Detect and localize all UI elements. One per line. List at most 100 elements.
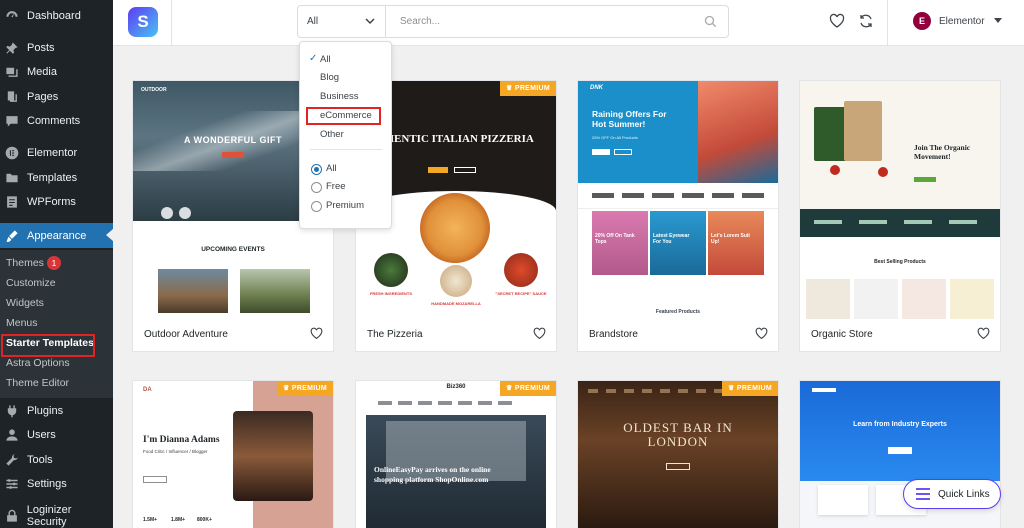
search-icon[interactable] (704, 15, 717, 28)
sidebar-item-posts[interactable]: Posts (0, 36, 113, 60)
sidebar-item-pages[interactable]: Pages (0, 85, 113, 109)
sidebar-item-label: Plugins (27, 405, 64, 417)
submenu-item-theme-editor[interactable]: Theme Editor (6, 374, 69, 392)
brush-icon (4, 228, 20, 244)
sidebar-item-plugins[interactable]: Plugins (0, 399, 113, 423)
comment-icon (4, 113, 20, 129)
template-thumbnail[interactable]: DNK Raining Offers For Hot Summer! 25% O… (578, 81, 778, 319)
elementor-logo-icon: E (913, 12, 931, 30)
type-option-all[interactable]: All (326, 162, 337, 176)
sidebar-item-label: Media (27, 66, 57, 78)
dropdown-divider (310, 149, 382, 150)
template-card[interactable]: Biz360 OnlineEasyPay arrives on the onli… (355, 380, 557, 528)
template-thumbnail[interactable]: Join The Organic Movement! Best Selling … (800, 81, 1000, 319)
sidebar-item-label: Users (27, 429, 56, 441)
heart-icon[interactable] (533, 327, 546, 340)
premium-badge: ♛ PREMIUM (722, 381, 778, 396)
category-option-all[interactable]: All (320, 52, 331, 68)
user-icon (4, 427, 20, 443)
heart-icon[interactable] (310, 327, 323, 340)
sidebar-item-elementor[interactable]: Elementor (0, 141, 113, 165)
sidebar-item-comments[interactable]: Comments (0, 109, 113, 133)
type-radio-premium[interactable] (311, 201, 322, 212)
type-option-free[interactable]: Free (326, 180, 346, 194)
premium-badge: ♛ PREMIUM (500, 381, 556, 396)
starter-templates-logo[interactable]: S (128, 7, 158, 37)
type-option-premium[interactable]: Premium (326, 199, 364, 213)
sidebar-item-label: Tools (27, 454, 53, 466)
starter-templates-header: S All E Elementor (113, 0, 1024, 46)
app-root: Dashboard Posts Media Pages Comments Ele… (0, 0, 1024, 528)
appearance-submenu: Themes 1 Customize Widgets Menus Starter … (0, 250, 113, 398)
template-title[interactable]: Outdoor Adventure (144, 329, 228, 340)
sync-icon[interactable] (858, 13, 874, 29)
template-title[interactable]: The Pizzeria (367, 329, 423, 340)
sidebar-item-settings[interactable]: Settings (0, 472, 113, 496)
plug-icon (4, 403, 20, 419)
dashboard-icon (4, 8, 20, 24)
pages-icon (4, 89, 20, 105)
submenu-item-widgets[interactable]: Widgets (6, 294, 44, 312)
sidebar-item-loginizer[interactable]: Loginizer Security (0, 504, 113, 528)
settings-icon (4, 476, 20, 492)
sidebar-item-label: Elementor (27, 147, 78, 159)
sidebar-item-label: Loginizer Security (26, 504, 72, 528)
sidebar-item-label: Comments (27, 115, 81, 127)
admin-sidebar: Dashboard Posts Media Pages Comments Ele… (0, 0, 113, 528)
premium-badge: ♛ PREMIUM (277, 381, 333, 396)
heart-icon[interactable] (977, 327, 990, 340)
sidebar-item-users[interactable]: Users (0, 423, 113, 447)
elementor-icon (4, 145, 20, 161)
chevron-down-icon (365, 18, 375, 25)
sidebar-item-label: WPForms (27, 196, 76, 208)
update-count-badge: 1 (46, 256, 61, 271)
template-card[interactable]: Join The Organic Movement! Best Selling … (799, 80, 1001, 352)
submenu-item-menus[interactable]: Menus (6, 314, 38, 332)
premium-badge: ♛ PREMIUM (500, 81, 556, 96)
submenu-item-customize[interactable]: Customize (6, 274, 56, 292)
template-search-input[interactable] (387, 6, 687, 37)
heart-icon[interactable] (755, 327, 768, 340)
template-card[interactable]: DA I'm Dianna Adams Food Critic / Influe… (132, 380, 334, 528)
media-icon (4, 64, 20, 80)
template-title[interactable]: Organic Store (811, 329, 873, 340)
category-option-other[interactable]: Other (320, 127, 344, 143)
builder-label: Elementor (939, 15, 985, 27)
quick-links-button[interactable]: Quick Links (903, 479, 1001, 509)
wrench-icon (4, 452, 20, 468)
template-card[interactable]: OLDEST BAR IN LONDON ♛ PREMIUM (577, 380, 779, 528)
template-title[interactable]: Brandstore (589, 329, 638, 340)
category-filter-select[interactable]: All (298, 6, 386, 37)
category-option-blog[interactable]: Blog (320, 70, 339, 86)
sidebar-item-label: Posts (27, 42, 55, 54)
type-radio-free[interactable] (311, 182, 322, 193)
page-builder-switcher[interactable]: E Elementor (913, 12, 1002, 30)
category-dropdown: ✓ All Blog Business eCommerce Other All … (299, 41, 392, 229)
sidebar-item-label: Pages (27, 91, 59, 103)
sidebar-item-media[interactable]: Media (0, 60, 113, 84)
filter-selected-label: All (307, 16, 319, 27)
sidebar-item-tools[interactable]: Tools (0, 448, 113, 472)
favorites-heart-icon[interactable] (829, 13, 845, 29)
submenu-item-themes[interactable]: Themes 1 (6, 254, 61, 272)
template-thumbnail[interactable]: OLDEST BAR IN LONDON (578, 381, 778, 528)
sidebar-item-label: Appearance (27, 229, 87, 242)
template-thumbnail[interactable]: Biz360 OnlineEasyPay arrives on the onli… (356, 381, 556, 528)
sidebar-item-templates[interactable]: Templates (0, 166, 113, 190)
caret-down-icon (993, 18, 1002, 23)
quick-links-label: Quick Links (938, 488, 990, 500)
template-thumbnail[interactable]: DA I'm Dianna Adams Food Critic / Influe… (133, 381, 333, 528)
lock-icon (4, 508, 20, 524)
hamburger-menu-icon (916, 488, 930, 500)
folder-icon (4, 170, 20, 186)
form-icon (4, 194, 20, 210)
starter-templates-highlight (1, 334, 95, 357)
sidebar-item-dashboard[interactable]: Dashboard (0, 4, 113, 28)
sidebar-item-wpforms[interactable]: WPForms (0, 190, 113, 214)
sidebar-item-appearance[interactable]: Appearance (0, 223, 113, 248)
type-radio-all[interactable] (311, 164, 322, 175)
template-card[interactable]: DNK Raining Offers For Hot Summer! 25% O… (577, 80, 779, 352)
header-divider (171, 0, 172, 46)
category-option-business[interactable]: Business (320, 89, 359, 105)
pin-icon (4, 40, 20, 56)
